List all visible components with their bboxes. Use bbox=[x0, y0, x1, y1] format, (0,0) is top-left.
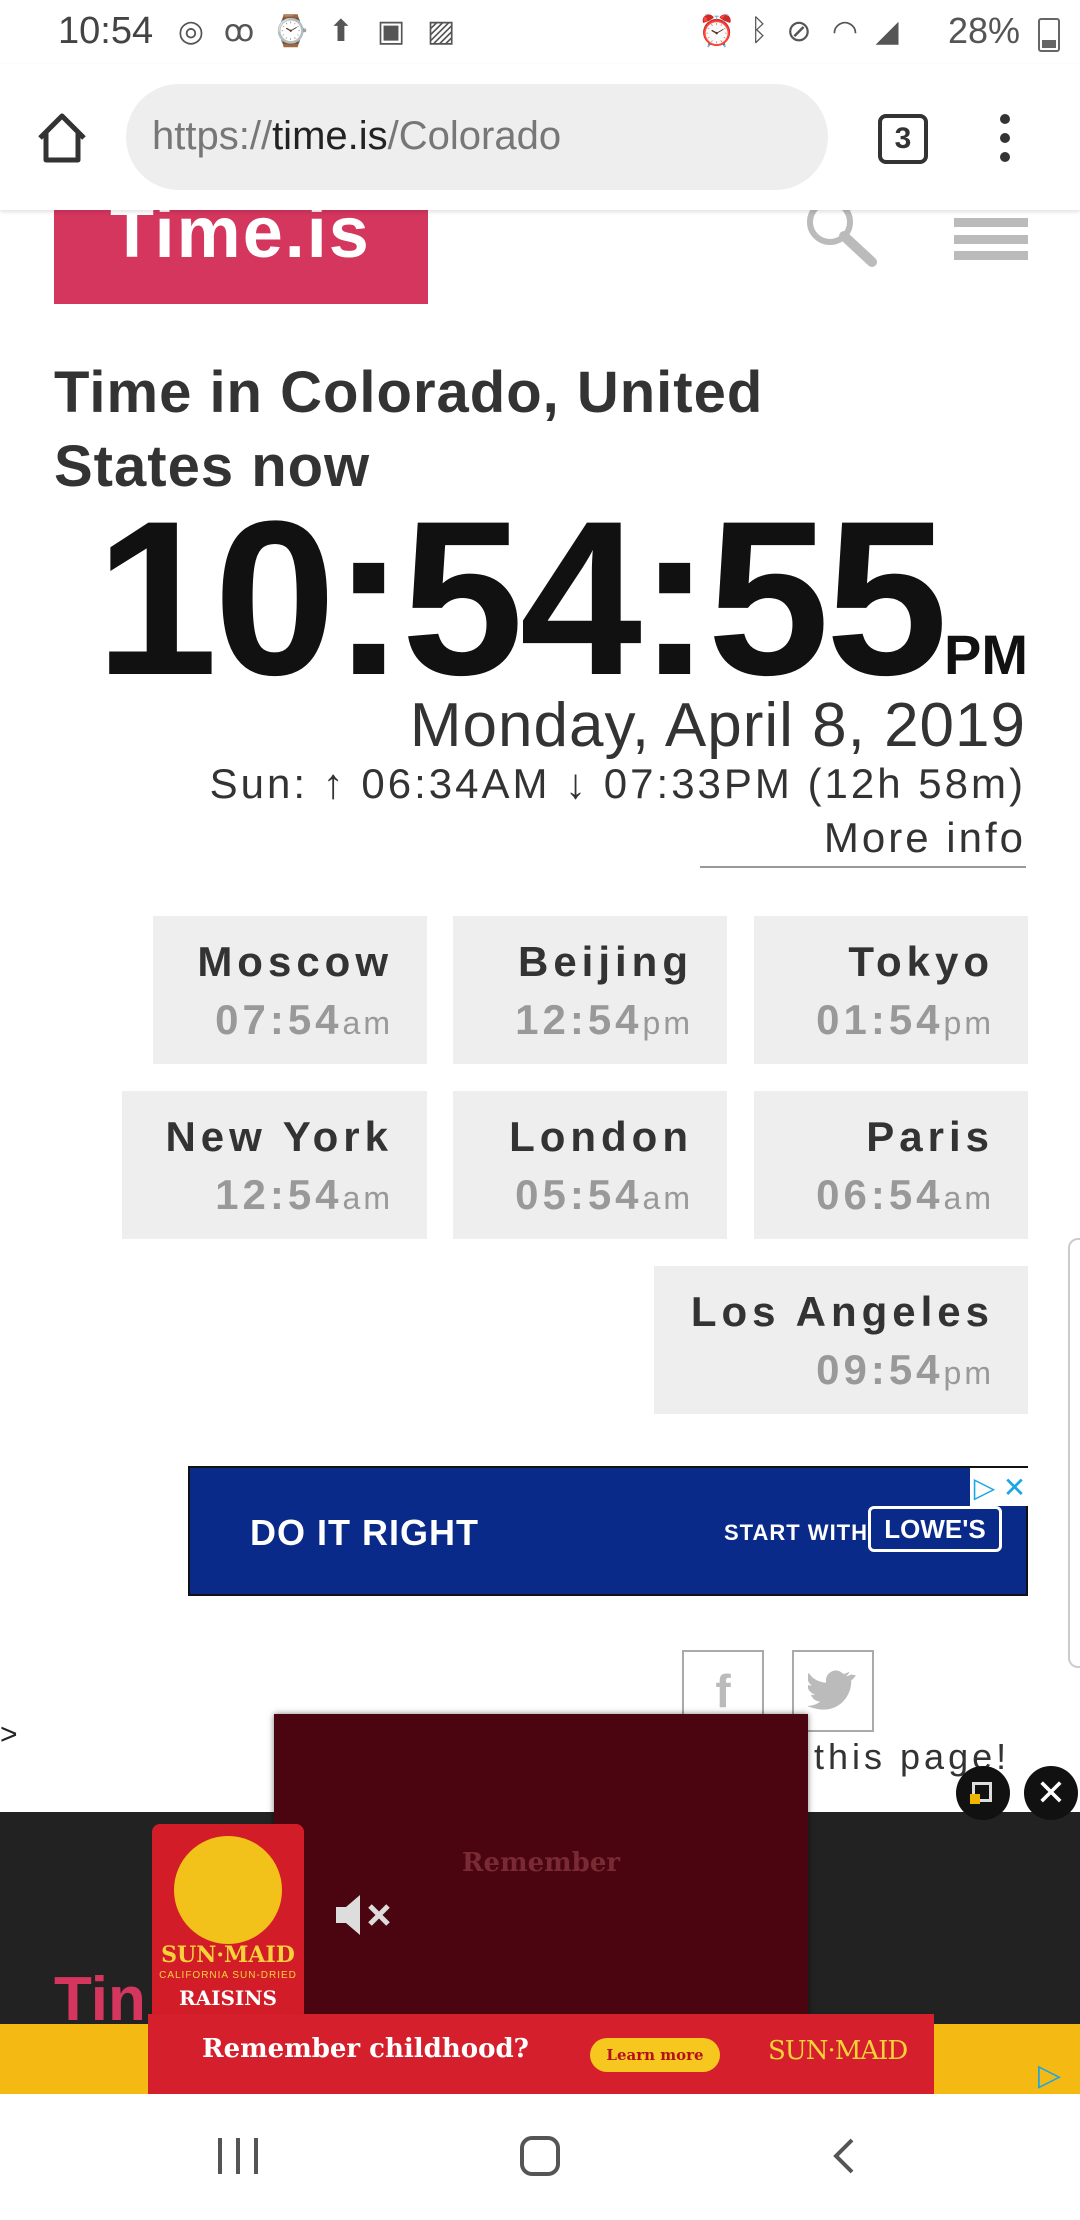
date-line: Monday, April 8, 2019 bbox=[409, 691, 1026, 760]
ad-subtext: START WITH bbox=[724, 1520, 869, 1545]
url-text: https://time.is/Colorado bbox=[152, 114, 561, 159]
back-icon[interactable] bbox=[826, 2136, 866, 2176]
city-name: Beijing bbox=[517, 938, 693, 985]
side-marker: > bbox=[0, 1718, 18, 1751]
city-time: 12:54am bbox=[215, 1171, 393, 1218]
city-tile-los-angeles[interactable]: Los Angeles 09:54pm bbox=[654, 1266, 1028, 1414]
status-time: 10:54 bbox=[58, 10, 154, 52]
city-tile-tokyo[interactable]: Tokyo 01:54pm bbox=[754, 916, 1028, 1064]
city-tile-moscow[interactable]: Moscow 07:54am bbox=[153, 916, 427, 1064]
home-button[interactable] bbox=[32, 108, 92, 168]
url-bar[interactable]: https://time.is/Colorado bbox=[126, 84, 828, 190]
overflow-menu-button[interactable] bbox=[990, 108, 1020, 168]
city-name: Moscow bbox=[197, 938, 393, 985]
more-info-link[interactable]: More info bbox=[700, 814, 1026, 868]
ad-choices-icon[interactable]: ▷ bbox=[1038, 2058, 1061, 2093]
facebook-icon: f bbox=[715, 1665, 731, 1717]
city-time: 07:54am bbox=[215, 996, 393, 1043]
url-path: /Colorado bbox=[387, 114, 562, 158]
sun-maid-girl-image bbox=[174, 1836, 282, 1944]
battery-icon bbox=[1038, 18, 1060, 52]
system-nav-bar bbox=[0, 2094, 1080, 2220]
ad-close-button[interactable]: ✕ bbox=[1024, 1766, 1078, 1820]
tab-switcher-button[interactable]: 3 bbox=[878, 114, 928, 164]
voicemail-icon: ꝏ bbox=[223, 14, 255, 48]
city-name: Paris bbox=[866, 1113, 994, 1160]
main-clock: 10:54:55PM bbox=[58, 488, 1028, 708]
city-tile-paris[interactable]: Paris 06:54am bbox=[754, 1091, 1028, 1239]
battery-percent: 28% bbox=[947, 10, 1020, 51]
city-tile-beijing[interactable]: Beijing 12:54pm bbox=[453, 916, 727, 1064]
city-tile-new-york[interactable]: New York 12:54am bbox=[122, 1091, 427, 1239]
logo-text: Time.is bbox=[110, 206, 371, 273]
mute-icon[interactable] bbox=[334, 1892, 394, 1938]
raisin-box-image: SUN·MAID CALIFORNIA SUN-DRIED RAISINS bbox=[152, 1824, 304, 2020]
city-tile-london[interactable]: London 05:54am bbox=[453, 1091, 727, 1239]
clock-digits: 10:54:55 bbox=[95, 475, 948, 721]
banner-text: Remember childhood? bbox=[202, 2034, 529, 2064]
messaging-icon: ▣ bbox=[376, 14, 406, 48]
lowes-logo: LOWE'S bbox=[868, 1506, 1002, 1552]
ad-close-icon[interactable]: ✕ bbox=[1003, 1471, 1026, 1504]
city-name: Los Angeles bbox=[690, 1288, 994, 1335]
vibrate-mute-icon: ⊘ bbox=[786, 14, 812, 48]
product-brand: SUN·MAID bbox=[161, 1942, 295, 1968]
city-time: 12:54pm bbox=[515, 996, 693, 1043]
watch-icon: ⌚ bbox=[272, 14, 310, 48]
recent-apps-icon[interactable] bbox=[218, 2138, 258, 2174]
city-time: 06:54am bbox=[816, 1171, 994, 1218]
url-host: time.is bbox=[272, 114, 388, 158]
city-time: 05:54am bbox=[515, 1171, 693, 1218]
home-icon bbox=[38, 113, 86, 163]
banner-brand: SUN·MAID bbox=[768, 2036, 908, 2066]
upload-icon: ⬆ bbox=[328, 14, 354, 48]
ad-choices-icon[interactable]: ▷ bbox=[974, 1471, 996, 1504]
clock-ampm: PM bbox=[944, 623, 1028, 686]
city-time: 01:54pm bbox=[816, 996, 994, 1043]
city-name: New York bbox=[165, 1113, 393, 1160]
account-circle-icon: ◎ bbox=[177, 14, 205, 48]
signal-icon: ◢ bbox=[875, 14, 899, 48]
status-bar: 10:54 ◎ ꝏ ⌚ ⬆ ▣ ▨ ⏰ ᛒ ⊘ ◠ ◢ 28% bbox=[0, 0, 1080, 64]
city-time: 09:54pm bbox=[816, 1346, 994, 1393]
video-caption: Remember bbox=[461, 1848, 621, 1878]
city-name: Tokyo bbox=[848, 938, 994, 985]
url-scheme: https:// bbox=[152, 114, 273, 158]
sun-maid-banner[interactable]: Remember childhood? Learn more SUN·MAID bbox=[148, 2014, 934, 2094]
sun-times: Sun: ↑ 06:34AM ↓ 07:33PM (12h 58m) bbox=[209, 760, 1026, 807]
alarm-icon: ⏰ bbox=[698, 14, 736, 48]
product-subtitle: CALIFORNIA SUN-DRIED bbox=[159, 1970, 297, 1981]
twitter-icon bbox=[808, 1670, 856, 1710]
learn-more-button[interactable]: Learn more bbox=[590, 2038, 720, 2072]
lowes-banner-ad[interactable]: DO IT RIGHT START WITH LOWE'S ▷ ✕ bbox=[188, 1466, 1030, 1596]
browser-toolbar: https://time.is/Colorado 3 bbox=[0, 64, 1080, 210]
home-nav-icon[interactable] bbox=[520, 2136, 560, 2176]
product-name: RAISINS bbox=[178, 1986, 278, 2010]
ad-headline: DO IT RIGHT bbox=[250, 1512, 479, 1553]
ad-expand-button[interactable] bbox=[956, 1766, 1010, 1820]
bluetooth-icon: ᛒ bbox=[750, 14, 768, 47]
gallery-icon: ▨ bbox=[426, 14, 456, 48]
wifi-icon: ◠ bbox=[831, 14, 859, 48]
video-player[interactable]: Remember bbox=[274, 1714, 808, 2020]
ad-choices: ▷ ✕ bbox=[970, 1468, 1030, 1506]
site-logo[interactable]: Time.is bbox=[54, 206, 428, 304]
side-panel-handle[interactable] bbox=[1068, 1238, 1080, 1668]
hamburger-menu-icon[interactable] bbox=[954, 218, 1028, 260]
city-name: London bbox=[509, 1113, 693, 1160]
